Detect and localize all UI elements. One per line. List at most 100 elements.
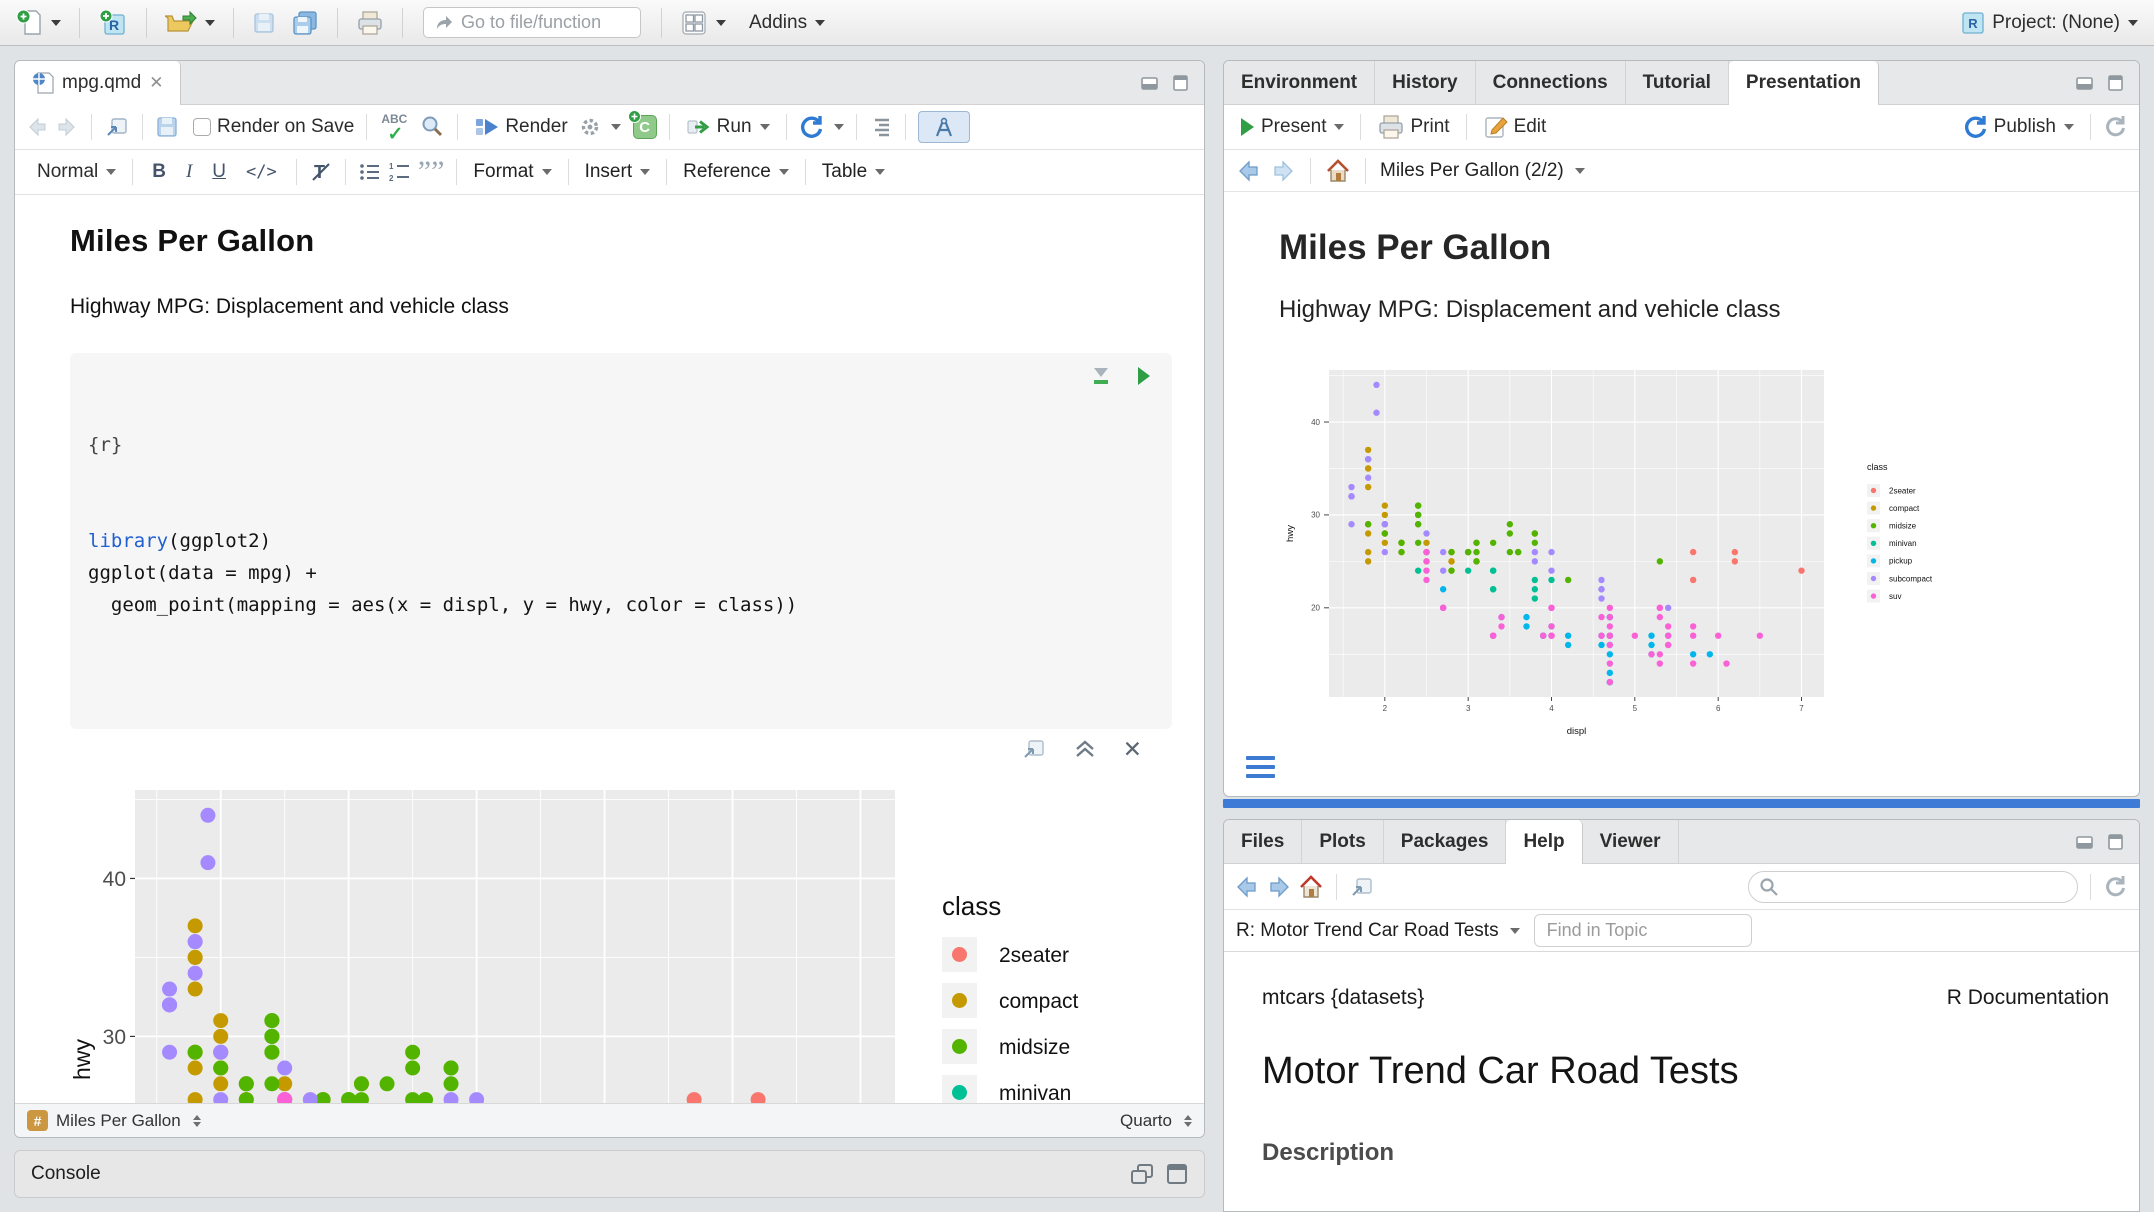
minimize-pane-icon[interactable] xyxy=(2075,833,2097,851)
new-file-button[interactable] xyxy=(12,5,65,41)
source-refresh-caret[interactable] xyxy=(834,124,844,130)
source-refresh-icon[interactable] xyxy=(799,114,825,140)
save-icon[interactable] xyxy=(155,115,179,139)
tab-environment[interactable]: Environment xyxy=(1224,61,1375,104)
project-menu-button[interactable]: R Project: (None) xyxy=(1955,6,2142,40)
restore-pane-icon[interactable] xyxy=(1130,1163,1156,1185)
minimize-pane-icon[interactable] xyxy=(1140,74,1162,92)
slide-back-icon[interactable] xyxy=(1236,159,1262,183)
underline-button[interactable]: U xyxy=(205,159,233,185)
paragraph-style-select[interactable]: Normal xyxy=(33,158,120,186)
forward-icon[interactable] xyxy=(55,116,79,138)
tab-packages[interactable]: Packages xyxy=(1384,820,1507,863)
run-caret[interactable] xyxy=(760,124,770,130)
slide-forward-icon[interactable] xyxy=(1270,159,1296,183)
tab-mpg-qmd[interactable]: mpg.qmd ✕ xyxy=(15,61,181,105)
save-all-button[interactable] xyxy=(287,7,323,39)
print-button[interactable] xyxy=(352,7,388,39)
slide-menu-icon[interactable] xyxy=(1246,756,1275,778)
tab-tutorial[interactable]: Tutorial xyxy=(1626,61,1729,104)
document-editor[interactable]: Miles Per Gallon Highway MPG: Displaceme… xyxy=(15,195,1204,1103)
outline-icon[interactable] xyxy=(869,116,893,138)
slide-navigator[interactable]: Miles Per Gallon (2/2) xyxy=(1380,160,1585,182)
panes-caret[interactable] xyxy=(716,20,726,26)
new-project-button[interactable]: R xyxy=(94,5,132,41)
save-button[interactable] xyxy=(248,8,280,38)
tab-presentation[interactable]: Presentation xyxy=(1729,61,1879,105)
back-icon[interactable] xyxy=(25,116,49,138)
help-refresh-icon[interactable] xyxy=(2103,874,2129,900)
maximize-console-icon[interactable] xyxy=(1166,1163,1188,1185)
section-navigator-arrows-icon[interactable] xyxy=(193,1115,201,1127)
run-chunk-icon[interactable] xyxy=(1134,365,1152,387)
refresh-presentation-icon[interactable] xyxy=(2103,114,2129,140)
minimize-pane-icon[interactable] xyxy=(2075,74,2097,92)
code-chunk[interactable]: {r} library(ggplot2)ggplot(data = mpg) +… xyxy=(70,353,1172,729)
publish-button[interactable]: Publish xyxy=(1959,111,2078,143)
home-icon[interactable] xyxy=(1325,158,1351,184)
tab-plots[interactable]: Plots xyxy=(1302,820,1383,863)
spellcheck-button[interactable]: ABC ✓ xyxy=(379,112,413,142)
workspace-panes-button[interactable] xyxy=(676,7,730,39)
render-settings-gear-icon[interactable] xyxy=(578,115,602,139)
maximize-pane-icon[interactable] xyxy=(2107,833,2125,851)
blockquote-icon[interactable]: ”” xyxy=(418,165,445,179)
file-type-arrows-icon[interactable] xyxy=(1184,1115,1192,1127)
open-file-caret[interactable] xyxy=(205,20,215,26)
present-caret[interactable] xyxy=(1334,124,1344,130)
console-pane-header[interactable]: Console xyxy=(14,1150,1205,1198)
insert-chunk-button[interactable]: C xyxy=(633,115,657,139)
pane-splitter[interactable] xyxy=(1223,799,2140,808)
tab-help[interactable]: Help xyxy=(1506,820,1582,864)
help-search-box[interactable] xyxy=(1748,871,2078,903)
goto-file-search[interactable] xyxy=(423,7,641,38)
show-in-window-icon[interactable] xyxy=(1021,737,1047,761)
tab-close-icon[interactable]: ✕ xyxy=(149,73,163,93)
reference-menu[interactable]: Reference xyxy=(679,158,793,186)
tab-viewer[interactable]: Viewer xyxy=(1583,820,1679,863)
help-forward-icon[interactable] xyxy=(1266,875,1292,899)
file-type-selector[interactable]: Quarto xyxy=(1120,1111,1172,1131)
run-button[interactable]: Run xyxy=(682,112,774,142)
publish-caret[interactable] xyxy=(2064,124,2074,130)
addins-button[interactable]: Addins xyxy=(745,9,829,37)
insert-menu[interactable]: Insert xyxy=(581,158,655,186)
clear-formatting-icon[interactable]: T xyxy=(309,160,333,184)
maximize-pane-icon[interactable] xyxy=(2107,74,2125,92)
help-topic-selector[interactable]: R: Motor Trend Car Road Tests xyxy=(1236,920,1520,942)
run-chunks-above-icon[interactable] xyxy=(1090,365,1112,387)
open-file-button[interactable] xyxy=(161,7,219,39)
clear-output-icon[interactable]: ✕ xyxy=(1123,740,1142,758)
tab-connections[interactable]: Connections xyxy=(1476,61,1626,104)
section-navigator[interactable]: Miles Per Gallon xyxy=(56,1111,181,1131)
render-button[interactable]: Render xyxy=(470,112,571,142)
render-options-caret[interactable] xyxy=(611,124,621,130)
bullet-list-icon[interactable] xyxy=(358,161,382,183)
help-back-icon[interactable] xyxy=(1234,875,1260,899)
collapse-output-icon[interactable] xyxy=(1073,739,1097,759)
find-in-topic-input[interactable] xyxy=(1534,914,1752,947)
goto-file-input[interactable] xyxy=(461,12,611,33)
find-replace-icon[interactable] xyxy=(419,114,445,140)
help-doc-label: R Documentation xyxy=(1947,986,2109,1010)
present-button[interactable]: Present xyxy=(1234,113,1348,141)
format-menu[interactable]: Format xyxy=(469,158,555,186)
help-home-icon[interactable] xyxy=(1298,874,1324,900)
edit-presentation-button[interactable]: Edit xyxy=(1479,111,1551,143)
tab-files[interactable]: Files xyxy=(1224,820,1302,863)
maximize-pane-icon[interactable] xyxy=(1172,74,1190,92)
visual-editor-toggle[interactable] xyxy=(918,111,970,143)
popout-window-icon[interactable] xyxy=(104,115,130,139)
help-search-input[interactable] xyxy=(1786,877,2067,897)
render-on-save-checkbox[interactable] xyxy=(193,118,211,136)
chunk-code[interactable]: library(ggplot2)ggplot(data = mpg) + geo… xyxy=(88,525,1154,621)
italic-button[interactable]: I xyxy=(179,159,199,185)
bold-button[interactable]: B xyxy=(145,159,173,185)
tab-history[interactable]: History xyxy=(1375,61,1475,104)
table-menu[interactable]: Table xyxy=(818,158,889,186)
code-format-button[interactable]: </> xyxy=(239,160,284,184)
help-popout-icon[interactable] xyxy=(1349,875,1375,899)
numbered-list-icon[interactable]: 1 2 xyxy=(388,161,412,183)
print-presentation-button[interactable]: Print xyxy=(1373,111,1453,143)
new-file-caret[interactable] xyxy=(51,20,61,26)
